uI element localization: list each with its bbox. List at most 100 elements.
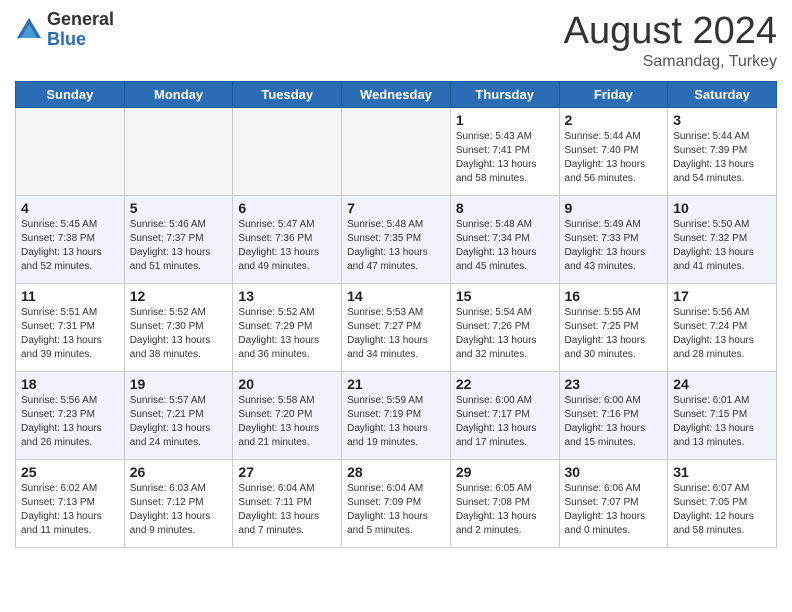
day-info: Sunrise: 5:52 AM Sunset: 7:30 PM Dayligh…: [130, 306, 228, 362]
page-header: General Blue August 2024 Samandag, Turke…: [15, 10, 777, 71]
calendar-day-cell: 4 Sunrise: 5:45 AM Sunset: 7:38 PM Daylig…: [16, 196, 125, 284]
calendar-day-cell: 24 Sunrise: 6:01 AM Sunset: 7:15 PM Dayli…: [668, 372, 777, 460]
day-info: Sunrise: 6:04 AM Sunset: 7:11 PM Dayligh…: [238, 482, 336, 538]
calendar-day-cell: 10Sunrise: 5:50 AM Sunset: 7:32 PM Dayli…: [668, 196, 777, 284]
calendar-day-cell: [124, 108, 233, 196]
day-number: 18: [21, 376, 119, 392]
day-info: Sunrise: 5:55 AM Sunset: 7:25 PM Dayligh…: [565, 306, 663, 362]
day-number: 30: [565, 464, 663, 480]
calendar-day-cell: 5 Sunrise: 5:46 AM Sunset: 7:37 PM Daylig…: [124, 196, 233, 284]
day-number: 12: [130, 288, 228, 304]
day-info: Sunrise: 5:44 AM Sunset: 7:40 PM Dayligh…: [565, 130, 663, 186]
day-number: 19: [130, 376, 228, 392]
day-info: Sunrise: 5:51 AM Sunset: 7:31 PM Dayligh…: [21, 306, 119, 362]
day-info: Sunrise: 6:06 AM Sunset: 7:07 PM Dayligh…: [565, 482, 663, 538]
logo-blue-text: Blue: [47, 30, 114, 50]
calendar-day-cell: 23 Sunrise: 6:00 AM Sunset: 7:16 PM Dayli…: [559, 372, 668, 460]
day-number: 8: [456, 200, 554, 216]
calendar-day-cell: 19 Sunrise: 5:57 AM Sunset: 7:21 PM Dayli…: [124, 372, 233, 460]
day-number: 15: [456, 288, 554, 304]
day-info: Sunrise: 5:48 AM Sunset: 7:35 PM Dayligh…: [347, 218, 445, 274]
calendar-day-cell: 3 Sunrise: 5:44 AM Sunset: 7:39 PM Daylig…: [668, 108, 777, 196]
day-info: Sunrise: 6:00 AM Sunset: 7:17 PM Dayligh…: [456, 394, 554, 450]
calendar-day-cell: 21Sunrise: 5:59 AM Sunset: 7:19 PM Dayli…: [342, 372, 451, 460]
day-info: Sunrise: 6:01 AM Sunset: 7:15 PM Dayligh…: [673, 394, 771, 450]
day-number: 5: [130, 200, 228, 216]
calendar-week-row: 18 Sunrise: 5:56 AM Sunset: 7:23 PM Dayli…: [16, 372, 777, 460]
day-info: Sunrise: 5:46 AM Sunset: 7:37 PM Dayligh…: [130, 218, 228, 274]
calendar-day-cell: 12 Sunrise: 5:52 AM Sunset: 7:30 PM Dayli…: [124, 284, 233, 372]
calendar-day-cell: 27 Sunrise: 6:04 AM Sunset: 7:11 PM Dayli…: [233, 460, 342, 548]
calendar-day-cell: 31 Sunrise: 6:07 AM Sunset: 7:05 PM Dayli…: [668, 460, 777, 548]
day-info: Sunrise: 5:43 AM Sunset: 7:41 PM Dayligh…: [456, 130, 554, 186]
calendar-weekday-wednesday: Wednesday: [342, 82, 451, 108]
day-number: 22: [456, 376, 554, 392]
logo-general-text: General: [47, 10, 114, 30]
day-number: 4: [21, 200, 119, 216]
day-number: 10: [673, 200, 771, 216]
calendar-week-row: 11 Sunrise: 5:51 AM Sunset: 7:31 PM Dayli…: [16, 284, 777, 372]
day-info: Sunrise: 6:03 AM Sunset: 7:12 PM Dayligh…: [130, 482, 228, 538]
day-info: Sunrise: 5:52 AM Sunset: 7:29 PM Dayligh…: [238, 306, 336, 362]
calendar-day-cell: [16, 108, 125, 196]
calendar-week-row: 1 Sunrise: 5:43 AM Sunset: 7:41 PM Daylig…: [16, 108, 777, 196]
calendar-weekday-tuesday: Tuesday: [233, 82, 342, 108]
day-number: 25: [21, 464, 119, 480]
day-info: Sunrise: 5:56 AM Sunset: 7:23 PM Dayligh…: [21, 394, 119, 450]
calendar-day-cell: [342, 108, 451, 196]
day-info: Sunrise: 5:48 AM Sunset: 7:34 PM Dayligh…: [456, 218, 554, 274]
day-number: 21: [347, 376, 445, 392]
day-number: 24: [673, 376, 771, 392]
calendar-title: August 2024: [564, 10, 777, 53]
calendar-table: SundayMondayTuesdayWednesdayThursdayFrid…: [15, 81, 777, 548]
calendar-week-row: 4 Sunrise: 5:45 AM Sunset: 7:38 PM Daylig…: [16, 196, 777, 284]
calendar-day-cell: 9 Sunrise: 5:49 AM Sunset: 7:33 PM Daylig…: [559, 196, 668, 284]
calendar-weekday-friday: Friday: [559, 82, 668, 108]
day-info: Sunrise: 6:02 AM Sunset: 7:13 PM Dayligh…: [21, 482, 119, 538]
day-number: 23: [565, 376, 663, 392]
day-number: 26: [130, 464, 228, 480]
day-number: 14: [347, 288, 445, 304]
day-number: 29: [456, 464, 554, 480]
day-number: 20: [238, 376, 336, 392]
day-number: 13: [238, 288, 336, 304]
day-info: Sunrise: 5:57 AM Sunset: 7:21 PM Dayligh…: [130, 394, 228, 450]
day-info: Sunrise: 5:44 AM Sunset: 7:39 PM Dayligh…: [673, 130, 771, 186]
day-info: Sunrise: 6:00 AM Sunset: 7:16 PM Dayligh…: [565, 394, 663, 450]
day-number: 28: [347, 464, 445, 480]
day-number: 31: [673, 464, 771, 480]
calendar-day-cell: 14 Sunrise: 5:53 AM Sunset: 7:27 PM Dayli…: [342, 284, 451, 372]
calendar-weekday-thursday: Thursday: [450, 82, 559, 108]
day-info: Sunrise: 5:53 AM Sunset: 7:27 PM Dayligh…: [347, 306, 445, 362]
calendar-weekday-sunday: Sunday: [16, 82, 125, 108]
day-number: 1: [456, 112, 554, 128]
calendar-day-cell: 7Sunrise: 5:48 AM Sunset: 7:35 PM Daylig…: [342, 196, 451, 284]
day-number: 16: [565, 288, 663, 304]
calendar-header-row: SundayMondayTuesdayWednesdayThursdayFrid…: [16, 82, 777, 108]
calendar-day-cell: 29 Sunrise: 6:05 AM Sunset: 7:08 PM Dayli…: [450, 460, 559, 548]
calendar-location: Samandag, Turkey: [564, 53, 777, 71]
day-number: 9: [565, 200, 663, 216]
day-number: 2: [565, 112, 663, 128]
calendar-day-cell: 6Sunrise: 5:47 AM Sunset: 7:36 PM Daylig…: [233, 196, 342, 284]
calendar-day-cell: 20 Sunrise: 5:58 AM Sunset: 7:20 PM Dayli…: [233, 372, 342, 460]
calendar-day-cell: 16 Sunrise: 5:55 AM Sunset: 7:25 PM Dayli…: [559, 284, 668, 372]
day-info: Sunrise: 6:05 AM Sunset: 7:08 PM Dayligh…: [456, 482, 554, 538]
day-number: 11: [21, 288, 119, 304]
day-number: 27: [238, 464, 336, 480]
calendar-day-cell: 18 Sunrise: 5:56 AM Sunset: 7:23 PM Dayli…: [16, 372, 125, 460]
day-info: Sunrise: 5:49 AM Sunset: 7:33 PM Dayligh…: [565, 218, 663, 274]
calendar-day-cell: 25 Sunrise: 6:02 AM Sunset: 7:13 PM Dayli…: [16, 460, 125, 548]
calendar-day-cell: 2 Sunrise: 5:44 AM Sunset: 7:40 PM Daylig…: [559, 108, 668, 196]
title-block: August 2024 Samandag, Turkey: [564, 10, 777, 71]
calendar-day-cell: 11 Sunrise: 5:51 AM Sunset: 7:31 PM Dayli…: [16, 284, 125, 372]
calendar-day-cell: 30 Sunrise: 6:06 AM Sunset: 7:07 PM Dayli…: [559, 460, 668, 548]
day-info: Sunrise: 6:07 AM Sunset: 7:05 PM Dayligh…: [673, 482, 771, 538]
calendar-day-cell: [233, 108, 342, 196]
day-info: Sunrise: 5:47 AM Sunset: 7:36 PM Dayligh…: [238, 218, 336, 274]
calendar-day-cell: 1 Sunrise: 5:43 AM Sunset: 7:41 PM Daylig…: [450, 108, 559, 196]
day-number: 3: [673, 112, 771, 128]
calendar-day-cell: 15Sunrise: 5:54 AM Sunset: 7:26 PM Dayli…: [450, 284, 559, 372]
day-info: Sunrise: 5:45 AM Sunset: 7:38 PM Dayligh…: [21, 218, 119, 274]
day-info: Sunrise: 5:58 AM Sunset: 7:20 PM Dayligh…: [238, 394, 336, 450]
